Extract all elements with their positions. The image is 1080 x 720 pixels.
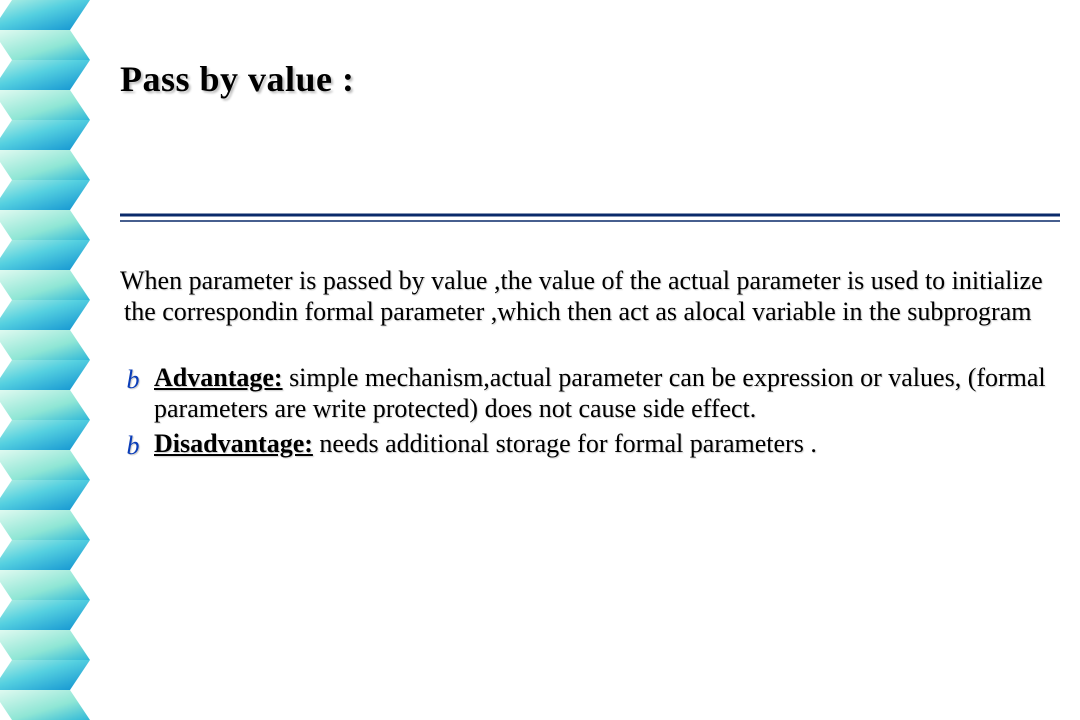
- bullet-advantage: b Advantage: simple mechanism,actual par…: [150, 363, 1060, 424]
- bullet-marker-icon: b: [122, 431, 144, 462]
- slide-content: Pass by value : When parameter is passed…: [120, 0, 1060, 720]
- spiral-binding: [0, 0, 110, 720]
- bullet-label: Disadvantage:: [154, 429, 313, 458]
- intro-paragraph: When parameter is passed by value ,the v…: [120, 266, 1060, 327]
- title-underline: [120, 210, 1060, 226]
- bullet-text: simple mechanism,actual parameter can be…: [154, 363, 1046, 423]
- bullet-marker-icon: b: [122, 365, 144, 396]
- bullet-label: Advantage:: [154, 363, 283, 392]
- bullet-list: b Advantage: simple mechanism,actual par…: [120, 363, 1060, 459]
- bullet-text: needs additional storage for formal para…: [313, 429, 817, 458]
- bullet-disadvantage: b Disadvantage: needs additional storage…: [150, 429, 1060, 460]
- slide-title: Pass by value :: [120, 58, 1060, 100]
- slide-body: When parameter is passed by value ,the v…: [120, 266, 1060, 459]
